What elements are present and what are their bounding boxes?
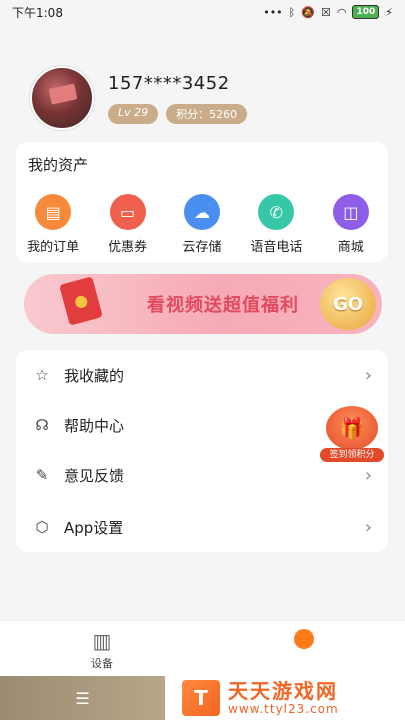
chevron-right-icon: › xyxy=(364,364,372,386)
settings-icon: ⬡ xyxy=(35,518,49,536)
menu-item-label: 我收藏的 xyxy=(64,366,125,385)
asset-label: 优惠券 xyxy=(108,240,148,255)
tab-mine-icon[interactable] xyxy=(294,629,314,649)
menu-item-label: App设置 xyxy=(64,518,124,537)
more-dots-icon: ••• xyxy=(263,5,283,19)
menu-item-favorites[interactable]: ☆ 我收藏的 › xyxy=(16,350,388,400)
asset-coupons[interactable]: ▭ 优惠券 xyxy=(93,194,163,255)
banner-text: 看视频送超值福利 xyxy=(147,295,299,316)
orders-icon: ▤ xyxy=(35,194,72,230)
feedback-icon: ✎ xyxy=(35,466,49,484)
phone-number: 157****3452 xyxy=(108,72,230,94)
asset-label: 语音电话 xyxy=(250,240,303,255)
watermark-text: 天天游戏网 www.ttyl23.com xyxy=(228,680,339,716)
go-button[interactable]: GO xyxy=(320,278,376,330)
profile-badges: Lv 29 积分：5260 xyxy=(108,103,248,124)
assets-grid: ▤ 我的订单 ▭ 优惠券 ☁ 云存储 ✆ 语音电话 ◫ 商城 xyxy=(16,194,388,255)
points-badge[interactable]: 积分：5260 xyxy=(166,103,248,124)
device-icon: ▥ xyxy=(92,629,112,653)
close-box-icon: ☒ xyxy=(320,5,331,19)
menu-nav-button[interactable]: ☰ xyxy=(0,676,165,720)
tab-device[interactable]: ▥ 设备 xyxy=(72,629,132,671)
video-rewards-banner[interactable]: 看视频送超值福利 GO xyxy=(24,274,382,334)
asset-cloud[interactable]: ☁ 云存储 xyxy=(167,194,237,255)
assets-title: 我的资产 xyxy=(28,156,89,174)
profile-header[interactable]: 157****3452 Lv 29 积分：5260 xyxy=(30,66,248,130)
chevron-right-icon: › xyxy=(364,516,372,538)
gift-tag: 签到领积分 xyxy=(320,448,384,462)
headset-icon: ☊ xyxy=(35,416,49,434)
star-icon: ☆ xyxy=(35,366,49,384)
checkin-gift-button[interactable]: 🎁 签到领积分 xyxy=(320,404,384,462)
watermark-url: www.ttyl23.com xyxy=(228,702,339,716)
tab-device-label: 设备 xyxy=(91,657,113,670)
assets-card: 我的资产 ▤ 我的订单 ▭ 优惠券 ☁ 云存储 ✆ 语音电话 ◫ 商城 xyxy=(16,142,388,262)
level-badge: Lv 29 xyxy=(108,103,159,124)
mute-icon: 🔕 xyxy=(301,5,315,19)
chevron-right-icon: › xyxy=(364,464,372,486)
asset-shop[interactable]: ◫ 商城 xyxy=(316,194,386,255)
profile-info: 157****3452 Lv 29 积分：5260 xyxy=(108,72,248,124)
asset-label: 商城 xyxy=(337,240,364,255)
red-envelope-icon xyxy=(59,276,103,326)
asset-label: 我的订单 xyxy=(27,240,80,255)
cloud-icon: ☁ xyxy=(183,194,220,230)
menu-item-settings[interactable]: ⬡ App设置 › xyxy=(16,502,388,552)
system-nav-bar: ☰ T 天天游戏网 www.ttyl23.com xyxy=(0,676,405,720)
avatar[interactable] xyxy=(30,66,94,130)
asset-voice-call[interactable]: ✆ 语音电话 xyxy=(241,194,311,255)
watermark: T 天天游戏网 www.ttyl23.com xyxy=(182,680,339,716)
status-icons: ••• ᛒ 🔕 ☒ ◠ 100 ⚡ xyxy=(263,5,393,19)
bottom-tab-bar: ▥ 设备 xyxy=(0,620,405,676)
status-time: 下午1:08 xyxy=(12,5,63,20)
menu-item-label: 意见反馈 xyxy=(64,466,125,485)
battery-icon: 100 xyxy=(352,5,380,19)
watermark-logo: T xyxy=(182,680,220,716)
gift-icon: 🎁 xyxy=(326,406,378,450)
shop-icon: ◫ xyxy=(332,194,369,230)
charging-icon: ⚡ xyxy=(385,5,393,19)
bluetooth-icon: ᛒ xyxy=(288,5,296,19)
watermark-title: 天天游戏网 xyxy=(228,679,338,703)
menu-icon: ☰ xyxy=(75,688,90,708)
phone-icon: ✆ xyxy=(258,194,295,230)
asset-orders[interactable]: ▤ 我的订单 xyxy=(18,194,88,255)
menu-item-label: 帮助中心 xyxy=(64,416,125,435)
coupon-icon: ▭ xyxy=(109,194,146,230)
wifi-icon: ◠ xyxy=(336,5,347,19)
asset-label: 云存储 xyxy=(182,240,222,255)
status-bar: 下午1:08 ••• ᛒ 🔕 ☒ ◠ 100 ⚡ xyxy=(0,0,405,24)
